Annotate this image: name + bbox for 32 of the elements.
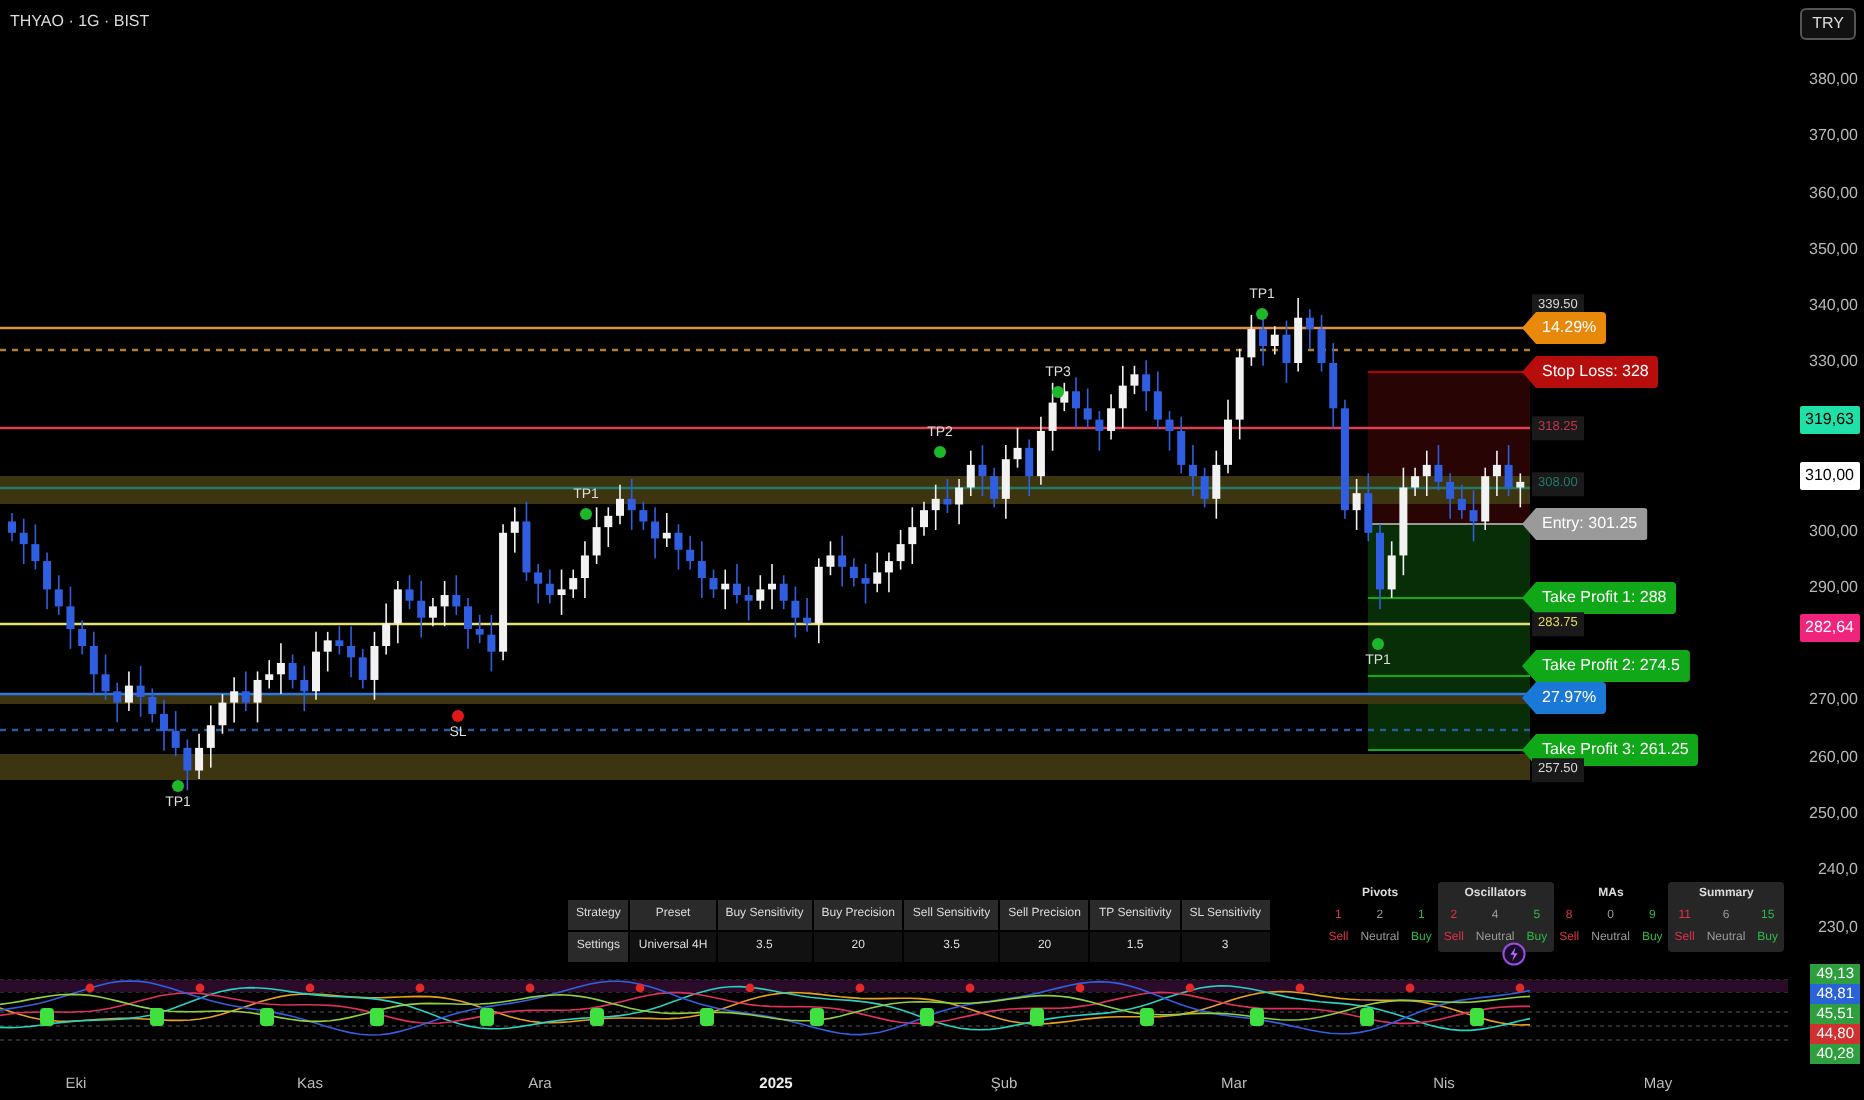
price-badge: 310,00 bbox=[1799, 462, 1860, 490]
price-badge: 282,64 bbox=[1799, 614, 1860, 642]
price-tick: 340,00 bbox=[1809, 294, 1858, 318]
level-callout: 14.29% bbox=[1522, 312, 1607, 344]
signal-dot bbox=[172, 780, 184, 792]
level-callout: Take Profit 1: 288 bbox=[1522, 582, 1677, 614]
price-tick: 240,0 bbox=[1817, 858, 1858, 882]
signal-dot bbox=[580, 508, 592, 520]
price-tick: 350,00 bbox=[1809, 238, 1858, 262]
price-tick: 260,00 bbox=[1809, 746, 1858, 770]
chart-title: THYAO · 1G · BIST bbox=[10, 10, 150, 34]
price-tick: 330,00 bbox=[1809, 350, 1858, 374]
price-tick: 360,00 bbox=[1809, 182, 1858, 206]
currency-button[interactable]: TRY bbox=[1800, 8, 1856, 40]
price-tick: 300,00 bbox=[1809, 520, 1858, 544]
level-callout: Take Profit 3: 261.25 bbox=[1522, 734, 1699, 766]
price-badge: 319,63 bbox=[1799, 406, 1860, 434]
level-callout: Entry: 301.25 bbox=[1522, 508, 1648, 540]
level-callout: Stop Loss: 328 bbox=[1522, 356, 1659, 388]
level-callout: 27.97% bbox=[1522, 682, 1607, 714]
lightning-icon[interactable] bbox=[1501, 942, 1526, 966]
price-tick: 290,00 bbox=[1809, 576, 1858, 600]
price-tick: 230,0 bbox=[1817, 916, 1858, 940]
price-tick: 270,00 bbox=[1809, 688, 1858, 712]
level-callout: Take Profit 2: 274.5 bbox=[1522, 650, 1690, 682]
signal-dot bbox=[934, 446, 946, 458]
signal-dot bbox=[1256, 308, 1268, 320]
signal-dot bbox=[452, 710, 464, 722]
signal-dot bbox=[1052, 386, 1064, 398]
price-tick: 380,00 bbox=[1809, 68, 1858, 92]
price-tick: 370,00 bbox=[1809, 124, 1858, 148]
price-tick: 250,00 bbox=[1809, 802, 1858, 826]
